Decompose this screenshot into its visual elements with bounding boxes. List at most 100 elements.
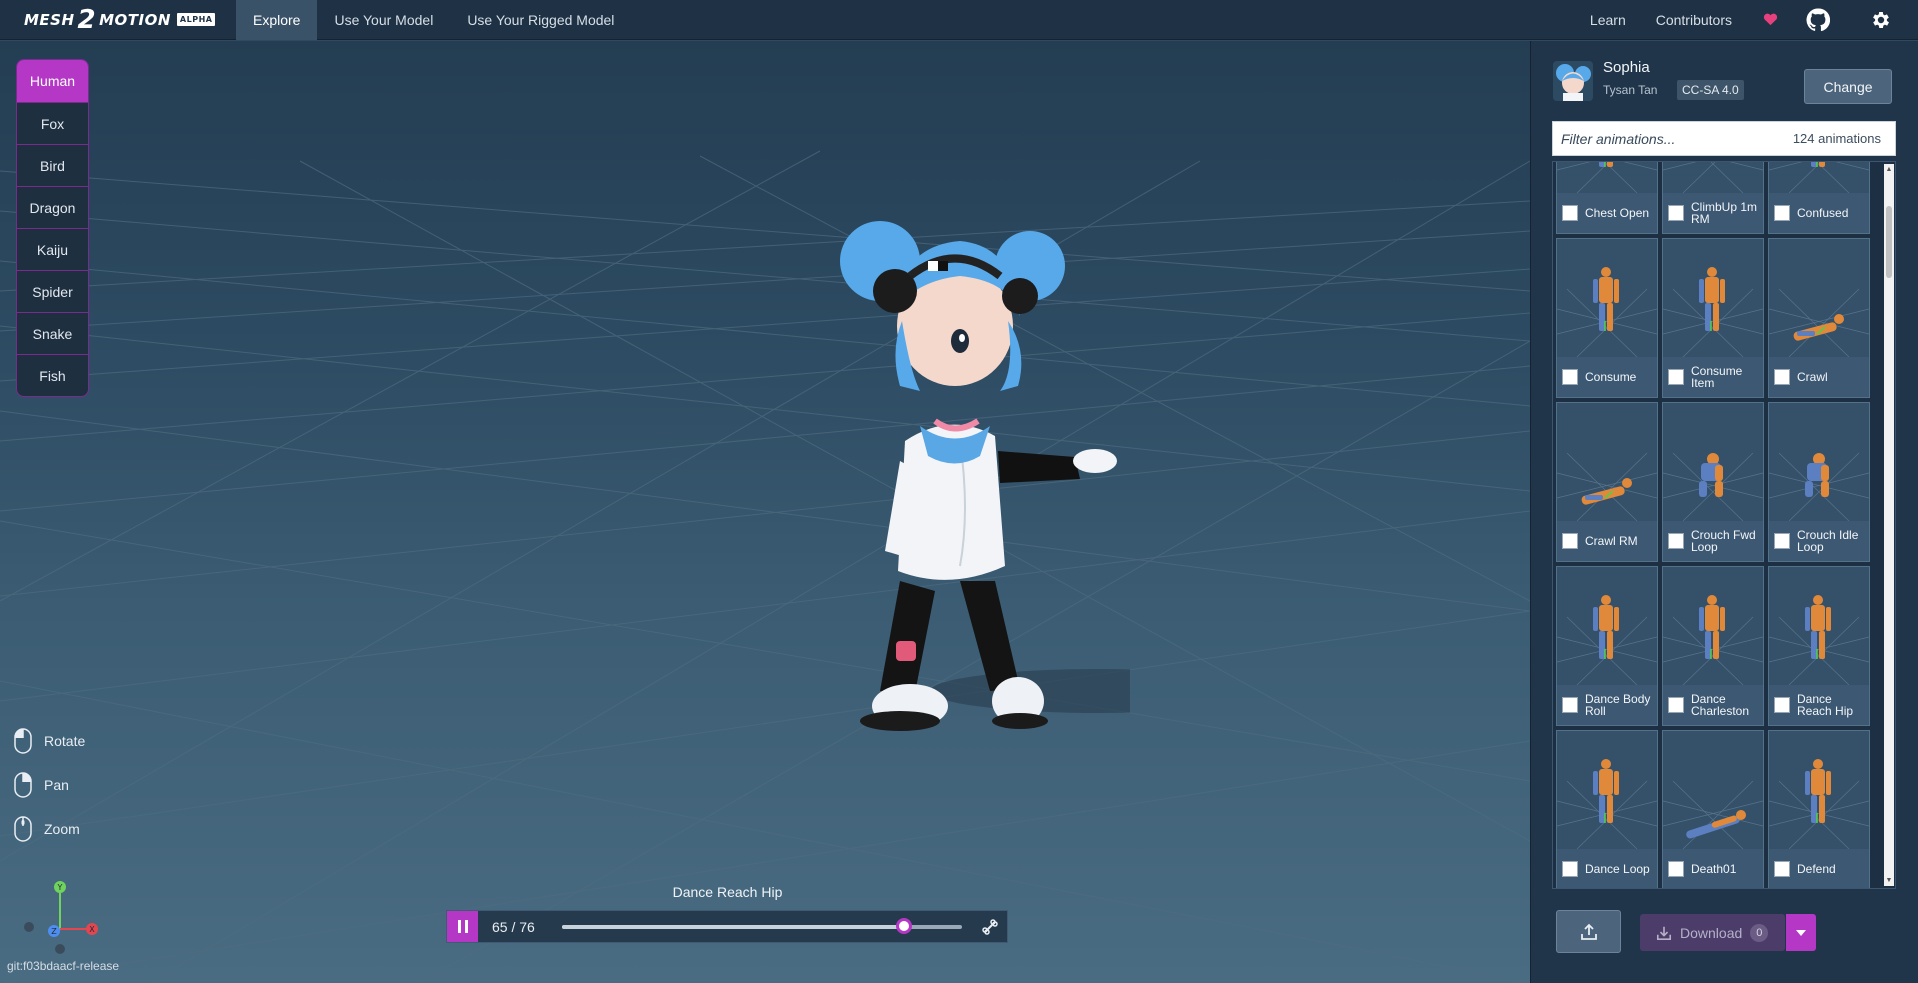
animation-checkbox[interactable] (1668, 697, 1684, 713)
animation-card-caption: Death01 (1663, 849, 1763, 888)
tab-explore[interactable]: Explore (236, 0, 318, 40)
animation-checkbox[interactable] (1668, 205, 1684, 221)
contributors-link[interactable]: Contributors (1641, 0, 1747, 40)
species-human[interactable]: Human (17, 60, 88, 102)
animation-checkbox[interactable] (1668, 533, 1684, 549)
tab-use-your-rigged-model[interactable]: Use Your Rigged Model (450, 0, 631, 40)
upload-button[interactable] (1556, 910, 1621, 953)
animation-label: Death01 (1691, 862, 1737, 876)
animation-card[interactable]: Crouch Fwd Loop (1662, 402, 1764, 562)
animation-checkbox[interactable] (1562, 861, 1578, 877)
animation-checkbox[interactable] (1562, 533, 1578, 549)
animation-checkbox[interactable] (1774, 697, 1790, 713)
animation-checkbox[interactable] (1774, 369, 1790, 385)
species-kaiju[interactable]: Kaiju (17, 228, 88, 270)
animation-thumbnail (1557, 452, 1657, 521)
species-fish[interactable]: Fish (17, 354, 88, 396)
animation-checkbox[interactable] (1562, 369, 1578, 385)
heart-icon[interactable] (1747, 0, 1793, 40)
animation-checkbox[interactable] (1562, 697, 1578, 713)
gizmo-x-label: X (89, 925, 95, 934)
animation-label: Defend (1797, 862, 1836, 876)
skeleton-toggle-button[interactable] (973, 918, 1007, 935)
animation-card-caption: Consume (1557, 357, 1657, 397)
animation-card-caption: Dance Reach Hip (1769, 685, 1869, 725)
animation-checkbox[interactable] (1774, 533, 1790, 549)
pause-button[interactable] (447, 911, 478, 942)
download-button[interactable]: Download 0 (1640, 914, 1785, 951)
playback-bar: 65 / 76 (446, 910, 1008, 943)
species-menu: Human Fox Bird Dragon Kaiju Spider Snake… (16, 59, 89, 397)
model-name: Sophia (1603, 59, 1650, 76)
animation-label: Dance Charleston (1691, 692, 1750, 718)
mouse-right-icon (14, 772, 32, 798)
species-snake[interactable]: Snake (17, 312, 88, 354)
animation-label: Crawl RM (1585, 534, 1638, 548)
gear-icon[interactable] (1843, 0, 1918, 40)
scroll-up-arrow[interactable]: ▲ (1885, 166, 1893, 173)
animation-card[interactable]: Dance Reach Hip (1768, 566, 1870, 726)
model-avatar (1553, 61, 1593, 101)
mouse-left-icon (14, 728, 32, 754)
control-pan-label: Pan (44, 777, 69, 793)
change-model-button[interactable]: Change (1804, 69, 1892, 104)
animation-card[interactable]: Chest Open (1556, 162, 1658, 234)
species-bird[interactable]: Bird (17, 144, 88, 186)
animation-card[interactable]: ClimbUp 1m RM (1662, 162, 1764, 234)
animation-checkbox[interactable] (1668, 861, 1684, 877)
species-dragon[interactable]: Dragon (17, 186, 88, 228)
animation-checkbox[interactable] (1562, 205, 1578, 221)
animation-thumbnail (1769, 288, 1869, 357)
animation-thumbnail (1557, 267, 1657, 357)
download-count-badge: 0 (1750, 923, 1769, 942)
3d-viewport[interactable]: Human Fox Bird Dragon Kaiju Spider Snake… (0, 41, 1530, 983)
animation-card[interactable]: Confused (1768, 162, 1870, 234)
scroll-down-arrow[interactable]: ▼ (1885, 877, 1893, 884)
animation-thumbnail (1557, 759, 1657, 849)
logo-text-motion: MOTION (99, 10, 171, 29)
scrollbar-thumb[interactable] (1886, 206, 1892, 278)
tab-use-your-model[interactable]: Use Your Model (317, 0, 450, 40)
download-options-button[interactable] (1786, 914, 1816, 951)
animation-card[interactable]: Dance Body Roll (1556, 566, 1658, 726)
animation-card-caption: Dance Loop (1557, 849, 1657, 888)
animation-card-caption: Defend (1769, 849, 1869, 888)
github-icon[interactable] (1793, 0, 1843, 40)
animation-label: Crouch Fwd Loop (1691, 528, 1756, 554)
animation-card[interactable]: Dance Charleston (1662, 566, 1764, 726)
animation-card[interactable]: Dance Loop (1556, 730, 1658, 888)
control-zoom: Zoom (14, 807, 85, 851)
animation-thumbnail (1769, 759, 1869, 849)
animation-checkbox[interactable] (1668, 369, 1684, 385)
animation-card-caption: ClimbUp 1m RM (1663, 193, 1763, 233)
animation-thumbnail (1663, 267, 1763, 357)
animation-card[interactable]: Consume Item (1662, 238, 1764, 398)
learn-link[interactable]: Learn (1575, 0, 1641, 40)
animation-card[interactable]: Crawl (1768, 238, 1870, 398)
animation-card-caption: Consume Item (1663, 357, 1763, 397)
filter-animations-input[interactable] (1561, 130, 1771, 147)
animation-card[interactable]: Defend (1768, 730, 1870, 888)
license-badge: CC-SA 4.0 (1677, 80, 1744, 100)
axis-gizmo[interactable]: Y X Z (16, 877, 106, 957)
animation-card-caption: Crouch Fwd Loop (1663, 521, 1763, 561)
animation-card[interactable]: Death01 (1662, 730, 1764, 888)
animation-card[interactable]: Crouch Idle Loop (1768, 402, 1870, 562)
timeline-slider[interactable] (562, 917, 962, 934)
timeline-thumb[interactable] (896, 917, 913, 934)
animation-list-scrollbar[interactable]: ▲ ▼ (1884, 164, 1894, 886)
download-icon (1656, 926, 1672, 940)
animation-label: Crawl (1797, 370, 1828, 384)
animation-card[interactable]: Crawl RM (1556, 402, 1658, 562)
species-fox[interactable]: Fox (17, 102, 88, 144)
species-spider[interactable]: Spider (17, 270, 88, 312)
animation-card[interactable]: Consume (1556, 238, 1658, 398)
app-logo[interactable]: MESH 2 MOTION ALPHA (0, 0, 236, 40)
animation-thumbnail (1663, 162, 1763, 193)
animation-thumbnail (1769, 162, 1869, 193)
animation-label: Consume (1585, 370, 1637, 384)
pause-icon-bar-right (464, 920, 468, 933)
animation-checkbox[interactable] (1774, 861, 1790, 877)
animation-checkbox[interactable] (1774, 205, 1790, 221)
mouse-wheel-icon (14, 816, 32, 842)
